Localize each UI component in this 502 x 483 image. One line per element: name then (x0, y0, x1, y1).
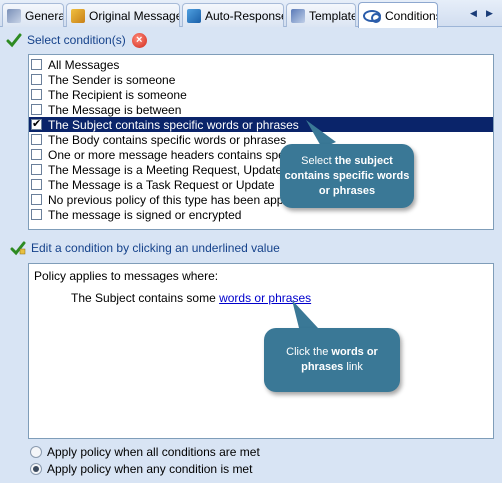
tab-label: Conditions (385, 8, 438, 23)
callout-tail-text: link (343, 361, 363, 373)
tab-conditions[interactable]: Conditions (358, 2, 438, 28)
callout-text: Click the (286, 346, 332, 358)
conditions-icon (363, 9, 381, 23)
callout-pointer-2 (292, 300, 318, 332)
callout-click-link: Click the words or phrases link (264, 328, 400, 392)
